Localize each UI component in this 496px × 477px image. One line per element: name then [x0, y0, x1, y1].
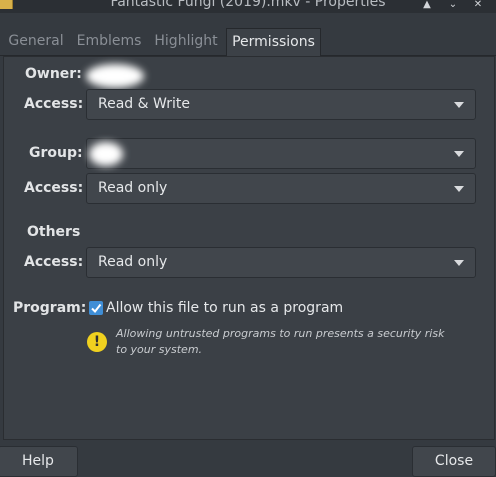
program-label: Program:: [13, 300, 87, 316]
others-label: Others: [27, 224, 81, 240]
owner-name-redacted: [86, 64, 144, 88]
warning-icon: !: [87, 332, 107, 352]
owner-access-label: Access:: [24, 96, 84, 112]
group-access-value: Read only: [98, 180, 168, 196]
title-bar: Fantastic Fungi (2019).mkv - Properties …: [0, 0, 496, 13]
checkmark-icon: [91, 303, 102, 314]
chevron-down-icon[interactable]: ⌄: [446, 0, 460, 11]
others-access-value: Read only: [98, 254, 168, 270]
close-icon[interactable]: ✕: [471, 0, 485, 11]
owner-label: Owner:: [25, 66, 82, 82]
group-access-label: Access:: [24, 180, 84, 196]
group-label: Group:: [29, 145, 83, 161]
help-button[interactable]: Help: [0, 446, 78, 477]
dropdown-arrow-icon: [454, 260, 464, 266]
group-access-dropdown[interactable]: Read only: [86, 173, 476, 204]
security-warning-text: Allowing untrusted programs to run prese…: [116, 327, 445, 356]
dropdown-arrow-icon: [454, 102, 464, 108]
owner-access-dropdown[interactable]: Read & Write: [86, 89, 476, 120]
group-name-redacted: [89, 142, 123, 166]
tab-highlight[interactable]: Highlight: [146, 28, 226, 54]
others-access-dropdown[interactable]: Read only: [86, 247, 476, 278]
run-as-program-label[interactable]: Allow this file to run as a program: [106, 300, 343, 316]
arrow-up-icon[interactable]: ▲: [420, 0, 434, 11]
group-dropdown[interactable]: [86, 138, 476, 169]
tab-bar: General Emblems Highlight Permissions: [0, 28, 496, 56]
run-as-program-checkbox[interactable]: [89, 301, 103, 315]
others-access-label: Access:: [24, 254, 84, 270]
tab-general[interactable]: General: [0, 28, 72, 54]
close-button[interactable]: Close: [412, 446, 496, 477]
dropdown-arrow-icon: [454, 186, 464, 192]
dropdown-arrow-icon: [454, 151, 464, 157]
tab-permissions[interactable]: Permissions: [226, 28, 321, 56]
tab-emblems[interactable]: Emblems: [72, 28, 146, 54]
owner-access-value: Read & Write: [98, 96, 190, 112]
